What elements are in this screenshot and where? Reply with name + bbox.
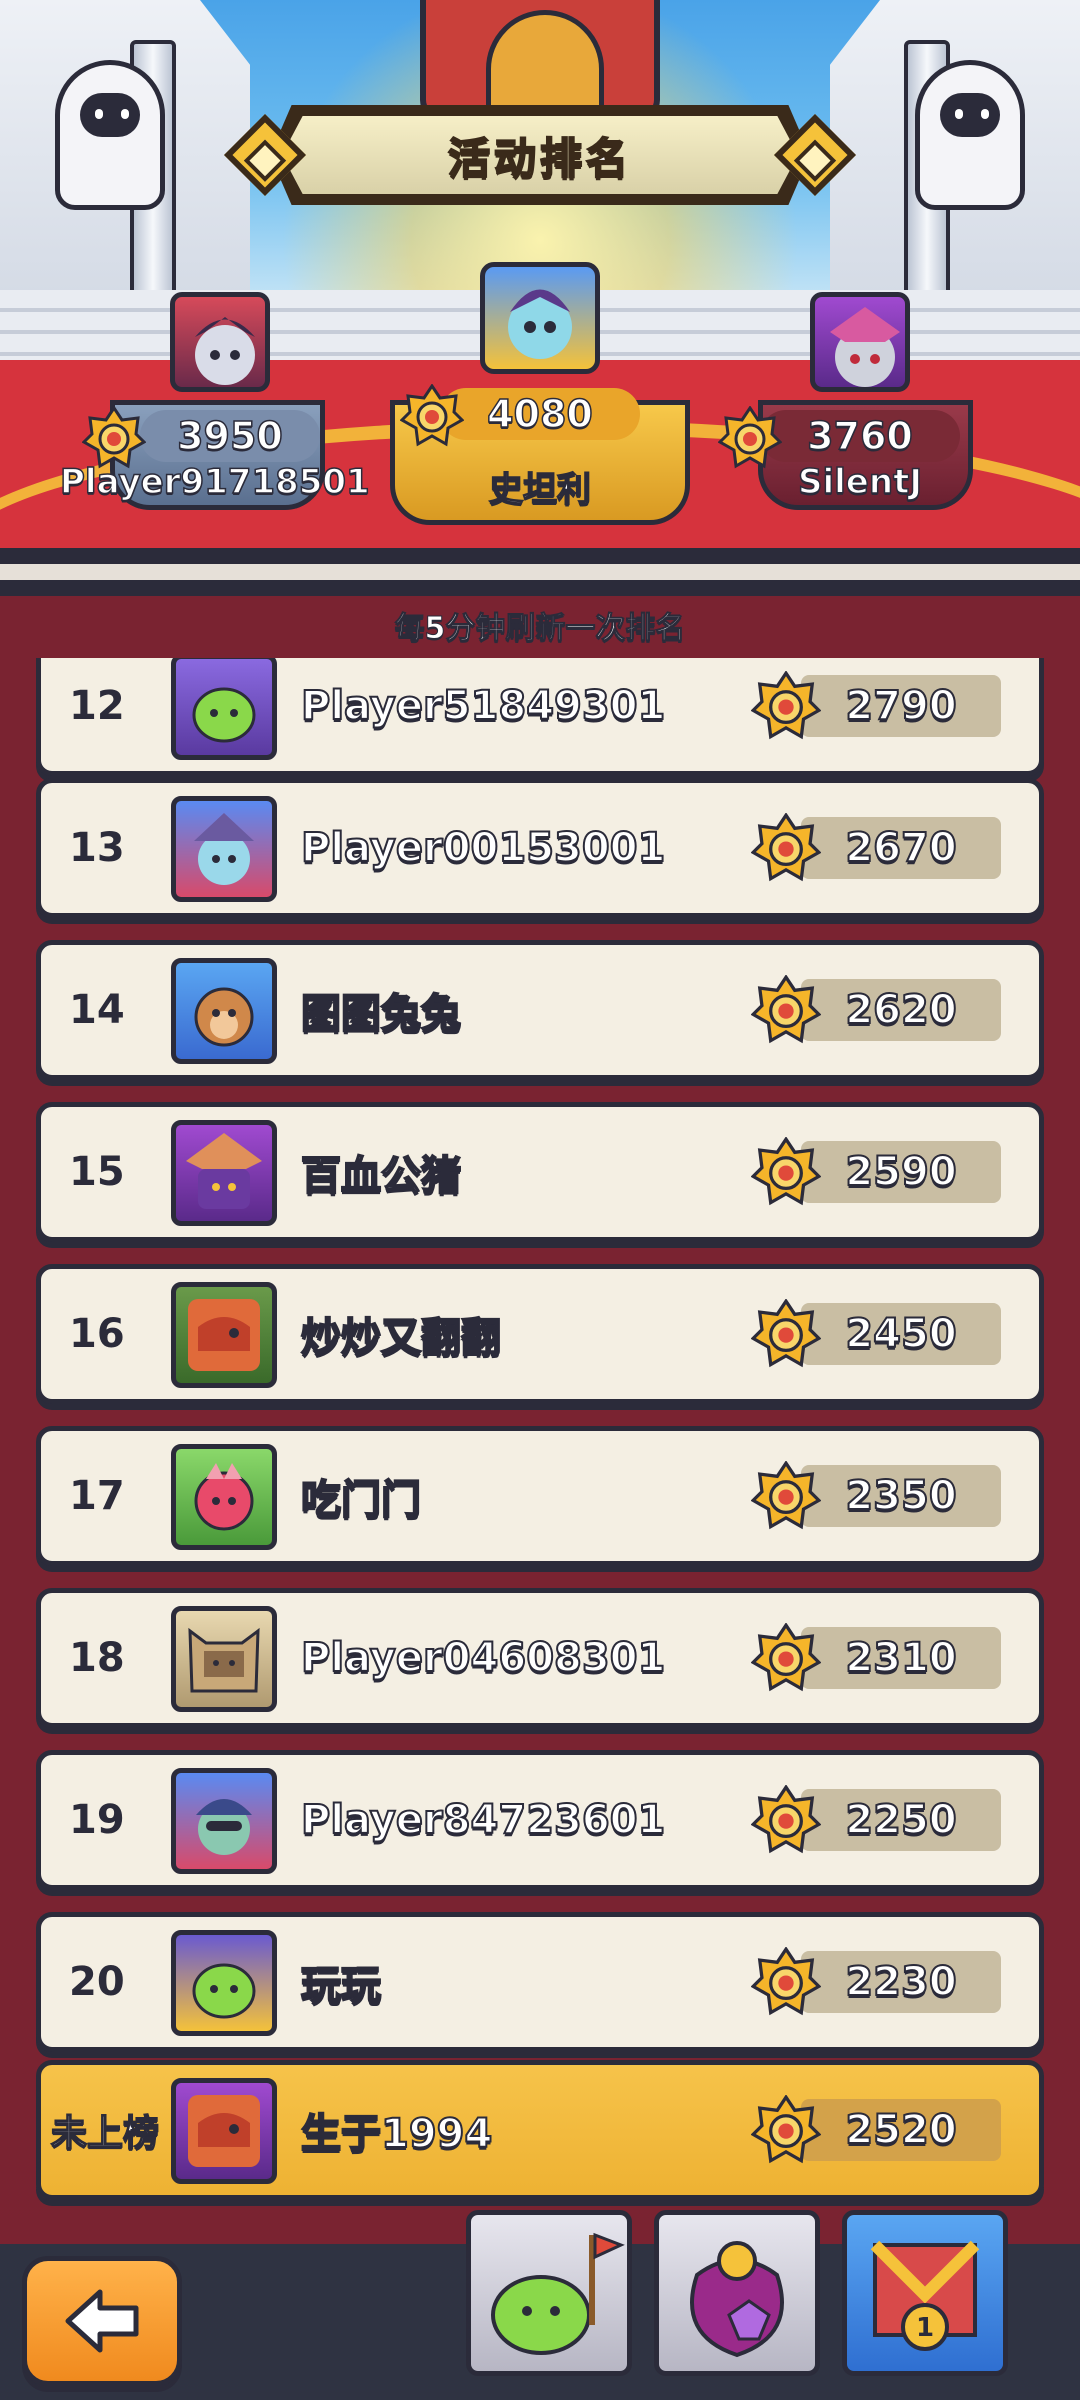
coin-icon (750, 1136, 822, 1207)
podium-score: 4080 (440, 388, 640, 440)
event-ranking-screen: { "header": { "title": "活动排名" }, "podium… (0, 0, 1080, 2400)
coin-icon (399, 383, 465, 448)
player-name: 吃门门 (300, 1476, 422, 1524)
podium-player-name: SilentJ (797, 461, 922, 503)
my-rank-status: 未上榜 (50, 2112, 160, 2155)
player-score: 2350 (801, 1465, 1001, 1527)
avatar (171, 1444, 277, 1550)
podium-score: 3950 (140, 410, 320, 462)
avatar (171, 2078, 277, 2184)
title-plaque: 活动排名 (282, 116, 798, 194)
player-name: 百血公猪 (300, 1152, 462, 1200)
avatar (171, 796, 277, 902)
podium-banner: 活动排名 3950 Player91718501 4080 史坦利 3760 S… (0, 0, 1080, 560)
trophy-banner-icon: 1 (870, 2240, 980, 2351)
ghost-guard-icon (55, 60, 165, 210)
back-arrow-icon (65, 2289, 139, 2353)
tab-rewards[interactable] (654, 2210, 820, 2376)
coin-icon (750, 2094, 822, 2165)
ranking-row[interactable]: 18 Player04608301 2310 (36, 1588, 1044, 1728)
avatar (810, 292, 910, 392)
podium-player-name: 史坦利 (488, 469, 592, 511)
my-ranking-row[interactable]: 未上榜 生于1994 2520 (36, 2060, 1044, 2200)
avatar (171, 1120, 277, 1226)
podium-player-name: Player91718501 (59, 461, 370, 503)
player-score: 2590 (801, 1141, 1001, 1203)
rank-number: 13 (69, 825, 125, 871)
podium-score: 3760 (760, 410, 960, 462)
ranking-row[interactable]: 19 Player84723601 2250 (36, 1750, 1044, 1890)
coin-icon (750, 670, 822, 741)
avatar (171, 958, 277, 1064)
player-name: Player51849301 (300, 682, 666, 730)
page-title: 活动排名 (447, 133, 632, 184)
tab-ranking[interactable]: 1 (842, 2210, 1008, 2376)
coin-icon (750, 974, 822, 1045)
player-score: 2310 (801, 1627, 1001, 1689)
rank-number: 20 (69, 1959, 125, 2005)
player-name: 图图兔兔 (300, 990, 462, 1038)
coin-icon (717, 405, 783, 470)
ranking-row[interactable]: 12 Player51849301 2790 (36, 658, 1044, 776)
player-score: 2620 (801, 979, 1001, 1041)
player-score: 2250 (801, 1789, 1001, 1851)
coin-icon (750, 1784, 822, 1855)
avatar (170, 292, 270, 392)
rank-number: 15 (69, 1149, 125, 1195)
player-score: 2520 (801, 2099, 1001, 2161)
refresh-note: 每5分钟刷新一次排名 (394, 611, 686, 647)
avatar (171, 1606, 277, 1712)
coin-icon (750, 1946, 822, 2017)
ranking-row[interactable]: 13 Player00153001 2670 (36, 778, 1044, 918)
player-name: 生于1994 (300, 2110, 493, 2158)
divider (0, 548, 1080, 596)
avatar (171, 1768, 277, 1874)
player-name: 炒炒又翻翻 (300, 1314, 502, 1362)
player-name: Player00153001 (300, 824, 666, 872)
treasure-bag-icon (690, 2241, 784, 2358)
tab-badge: 1 (916, 2313, 934, 2343)
avatar (171, 1930, 277, 2036)
rank-number: 19 (69, 1797, 125, 1843)
rank-number: 12 (69, 683, 125, 729)
slime-flag-icon (491, 2232, 625, 2355)
player-name: Player04608301 (300, 1634, 666, 1682)
rank-number: 14 (69, 987, 125, 1033)
back-button[interactable] (22, 2256, 182, 2386)
coin-icon (750, 1298, 822, 1369)
ranking-row[interactable]: 20 玩玩 2230 (36, 1912, 1044, 2052)
avatar (171, 658, 277, 760)
avatar (171, 1282, 277, 1388)
rank-number: 17 (69, 1473, 125, 1519)
castle-gate (420, 0, 660, 120)
ranking-row[interactable]: 15 百血公猪 2590 (36, 1102, 1044, 1242)
coin-icon (81, 405, 147, 470)
ranking-row[interactable]: 14 图图兔兔 2620 (36, 940, 1044, 1080)
player-score: 2230 (801, 1951, 1001, 2013)
player-score: 2450 (801, 1303, 1001, 1365)
rank-number: 16 (69, 1311, 125, 1357)
rank-number: 18 (69, 1635, 125, 1681)
ranking-list[interactable]: 12 Player51849301 2790 13 Player00153001… (0, 658, 1080, 2198)
ranking-row[interactable]: 16 炒炒又翻翻 2450 (36, 1264, 1044, 1404)
ghost-guard-icon (915, 60, 1025, 210)
avatar (480, 262, 600, 374)
coin-icon (750, 1460, 822, 1531)
player-name: Player84723601 (300, 1796, 666, 1844)
ranking-row[interactable]: 17 吃门门 2350 (36, 1426, 1044, 1566)
player-name: 玩玩 (300, 1962, 382, 2010)
coin-icon (750, 1622, 822, 1693)
player-score: 2790 (801, 675, 1001, 737)
coin-icon (750, 812, 822, 883)
player-score: 2670 (801, 817, 1001, 879)
tab-event-mascot[interactable] (466, 2210, 632, 2376)
